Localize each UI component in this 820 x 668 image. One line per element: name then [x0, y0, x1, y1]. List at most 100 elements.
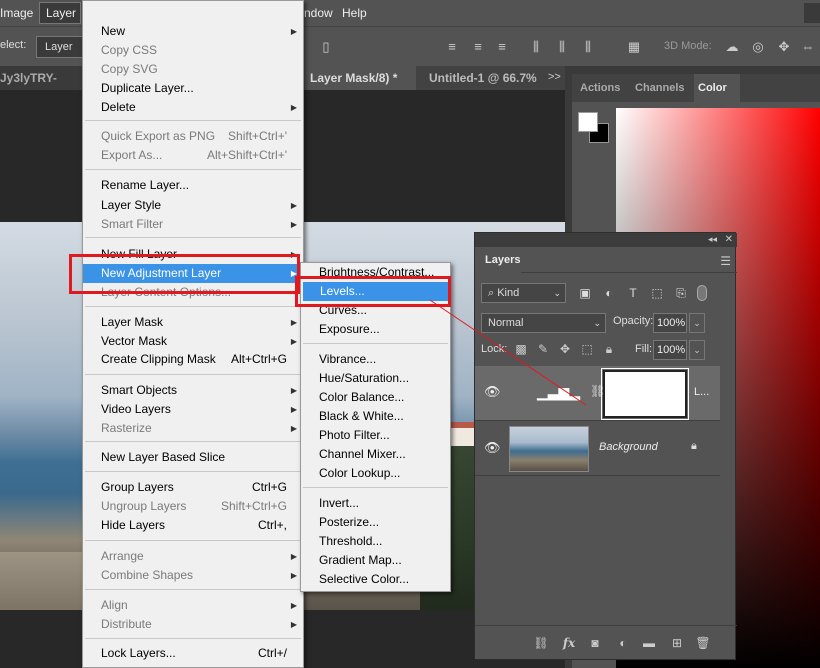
menu-item-layer-mask[interactable]: Layer Mask ▶	[83, 313, 303, 332]
lock-label: Lock:	[481, 343, 508, 355]
filter-toggle[interactable]	[697, 285, 707, 301]
layer-name[interactable]: L...	[694, 386, 709, 398]
layer-name[interactable]: Background	[599, 441, 658, 453]
submenu-item-color-balance[interactable]: Color Balance...	[301, 388, 450, 407]
align-right-edges-icon[interactable]: ▯	[318, 39, 334, 55]
3d-slide-icon[interactable]: ⇔	[800, 39, 816, 55]
add-mask-icon[interactable]: ◙	[587, 635, 603, 651]
submenu-item-channel-mixer[interactable]: Channel Mixer...	[301, 445, 450, 464]
filter-type-icon[interactable]: T	[625, 285, 641, 301]
tab-actions[interactable]: Actions	[580, 74, 620, 102]
lock-image-icon[interactable]: ✎	[535, 341, 551, 357]
submenu-item-posterize[interactable]: Posterize...	[301, 513, 450, 532]
search-icon[interactable]	[804, 3, 820, 23]
opacity-input[interactable]: 100%	[653, 313, 687, 333]
close-icon[interactable]: ✕	[725, 233, 733, 246]
menu-item-group-layers[interactable]: Group Layers Ctrl+G	[83, 478, 303, 497]
menu-window[interactable]: ndow	[304, 0, 333, 26]
new-adjustment-layer-icon[interactable]: ◐	[615, 635, 631, 651]
submenu-item-vibrance[interactable]: Vibrance...	[301, 350, 450, 369]
submenu-item-black-white[interactable]: Black & White...	[301, 407, 450, 426]
collapse-icon[interactable]: ◂◂	[708, 233, 717, 246]
menu-item-lock-layers[interactable]: Lock Layers... Ctrl+/	[83, 644, 303, 663]
foreground-color-swatch[interactable]	[578, 112, 598, 132]
menu-separator	[85, 589, 301, 590]
layer-row-background[interactable]: 👁︎ Background 🔒︎	[475, 422, 720, 476]
submenu-item-exposure[interactable]: Exposure...	[301, 320, 450, 339]
submenu-item-photo-filter[interactable]: Photo Filter...	[301, 426, 450, 445]
panel-menu-icon[interactable]: ☰	[720, 254, 731, 268]
lock-transparent-icon[interactable]: ▩	[513, 341, 529, 357]
menu-item-rename-layer[interactable]: Rename Layer...	[83, 176, 303, 195]
menu-item-ungroup-layers: Ungroup Layers Shift+Ctrl+G	[83, 497, 303, 516]
auto-select-dropdown[interactable]: Layer	[36, 36, 84, 58]
3d-orbit-icon[interactable]: ☁	[724, 39, 740, 55]
menu-item-new[interactable]: New ▶	[83, 22, 303, 41]
tab-untitled[interactable]: Untitled-1 @ 66.7%	[416, 66, 540, 90]
submenu-separator	[303, 343, 448, 344]
menu-item-create-clipping-mask[interactable]: Create Clipping Mask Alt+Ctrl+G	[83, 350, 303, 369]
submenu-item-hue-saturation[interactable]: Hue/Saturation...	[301, 369, 450, 388]
menu-item-new-layer-based-slice[interactable]: New Layer Based Slice	[83, 448, 303, 467]
submenu-item-selective-color[interactable]: Selective Color...	[301, 570, 450, 589]
filter-kind-dropdown[interactable]: ⌕ Kind ⌄	[481, 283, 566, 303]
submenu-item-threshold[interactable]: Threshold...	[301, 532, 450, 551]
opacity-dropdown-icon[interactable]: ⌄	[689, 313, 705, 333]
menu-item-vector-mask[interactable]: Vector Mask ▶	[83, 332, 303, 351]
menu-separator	[85, 374, 301, 375]
tabs-overflow-icon[interactable]: >>	[548, 66, 561, 88]
tab-unsplash-image[interactable]: Jy3lyTRY-unspla	[0, 66, 82, 109]
layers-panel-title[interactable]: Layers	[475, 247, 521, 274]
tab-color[interactable]: Color	[694, 74, 740, 102]
distribute-right-icon[interactable]: ⫼	[580, 39, 596, 55]
layer-mask-thumbnail[interactable]	[601, 368, 689, 420]
tab-channels[interactable]: Channels	[635, 74, 685, 102]
3d-roll-icon[interactable]: ◎	[750, 39, 766, 55]
menu-layer[interactable]: Layer	[39, 2, 81, 24]
3d-pan-icon[interactable]: ✥	[776, 39, 792, 55]
distribute-vcenter-icon[interactable]: ≡	[470, 39, 486, 55]
menu-item-video-layers[interactable]: Video Layers ▶	[83, 400, 303, 419]
blend-mode-dropdown[interactable]: Normal ⌄	[481, 313, 606, 333]
layer-row-levels[interactable]: 👁︎ ▁▃▆▂ ⛓︎ L...	[475, 366, 720, 421]
submenu-item-invert[interactable]: Invert...	[301, 494, 450, 513]
menu-item-layer-style[interactable]: Layer Style ▶	[83, 196, 303, 215]
filter-smart-object-icon[interactable]: ⎘	[673, 285, 689, 301]
menu-image[interactable]: Image	[0, 0, 33, 26]
submenu-item-color-lookup[interactable]: Color Lookup...	[301, 464, 450, 483]
menu-item-delete[interactable]: Delete ▶	[83, 98, 303, 117]
visibility-eye-icon[interactable]: 👁︎	[484, 441, 501, 455]
3d-mode-label: 3D Mode:	[664, 40, 712, 52]
menu-separator	[85, 638, 301, 639]
menu-separator	[85, 237, 301, 238]
submenu-item-gradient-map[interactable]: Gradient Map...	[301, 551, 450, 570]
add-layer-style-icon[interactable]: fx	[561, 635, 577, 651]
distribute-top-icon[interactable]: ≡	[444, 39, 460, 55]
new-layer-icon[interactable]: ⊞	[669, 635, 685, 651]
delete-layer-icon[interactable]: 🗑︎	[695, 635, 711, 651]
lock-position-icon[interactable]: ✥	[557, 341, 573, 357]
menu-item-smart-filter: Smart Filter ▶	[83, 215, 303, 234]
menu-item-align: Align ▶	[83, 596, 303, 615]
distribute-left-icon[interactable]: ⫼	[528, 39, 544, 55]
distribute-hcenter-icon[interactable]: ⫼	[554, 39, 570, 55]
distribute-bottom-icon[interactable]: ≡	[494, 39, 510, 55]
menu-item-hide-layers[interactable]: Hide Layers Ctrl+,	[83, 516, 303, 535]
menu-item-smart-objects[interactable]: Smart Objects ▶	[83, 381, 303, 400]
filter-adjustment-icon[interactable]: ◐	[601, 285, 617, 301]
submenu-arrow-icon: ▶	[290, 201, 297, 210]
fill-input[interactable]: 100%	[653, 340, 687, 360]
filter-shape-icon[interactable]: ⬚	[649, 285, 665, 301]
fill-dropdown-icon[interactable]: ⌄	[689, 340, 705, 360]
menu-help[interactable]: Help	[342, 0, 367, 26]
link-layers-icon[interactable]: ⛓︎	[533, 635, 549, 651]
photo-house	[448, 422, 476, 446]
lock-artboard-icon[interactable]: ⬚	[579, 341, 595, 357]
visibility-eye-icon[interactable]: 👁︎	[484, 385, 501, 399]
filter-pixel-icon[interactable]: ▣	[577, 285, 593, 301]
auto-align-icon[interactable]: ▦	[626, 39, 642, 55]
lock-all-icon[interactable]: 🔒︎	[601, 341, 617, 357]
menu-item-duplicate-layer[interactable]: Duplicate Layer...	[83, 79, 303, 98]
new-group-icon[interactable]: ▬	[641, 635, 657, 651]
tab-layer-mask[interactable]: Layer Mask/8) *	[300, 66, 416, 90]
